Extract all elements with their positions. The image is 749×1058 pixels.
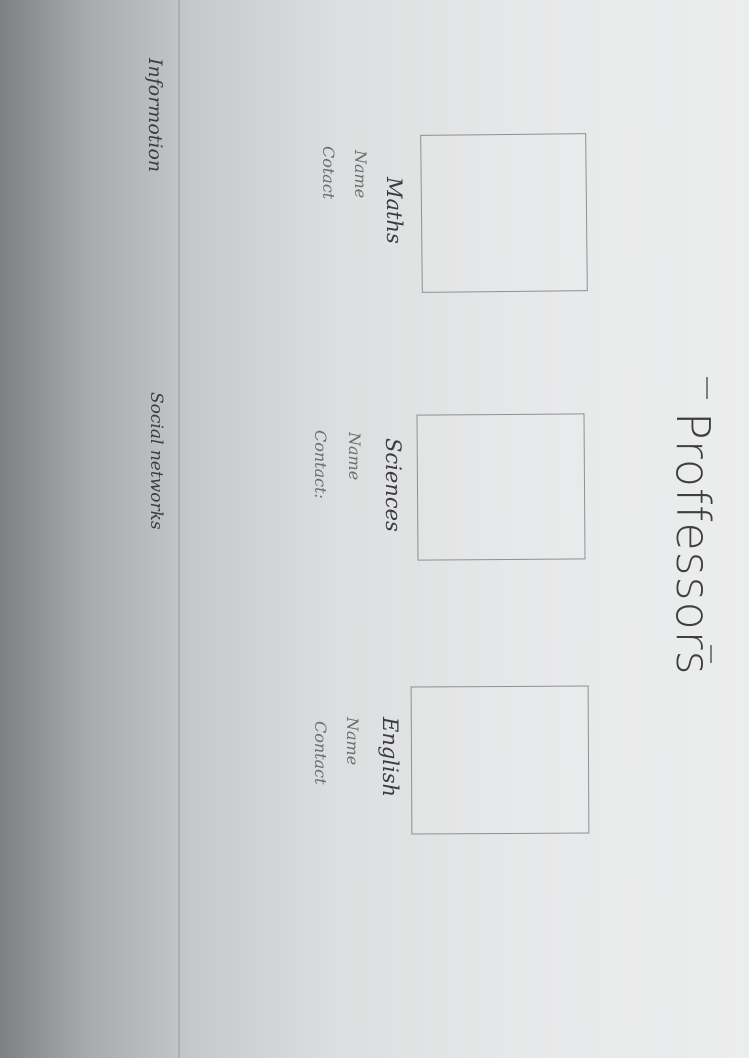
card-subject-english: English: [378, 717, 402, 798]
card-name-label-english: Name: [343, 717, 362, 766]
footer-information-link[interactable]: Informotion: [144, 58, 166, 172]
card-name-label-maths: Name: [351, 150, 370, 199]
footer-social-networks-link[interactable]: Social networks: [146, 392, 166, 530]
title-separator-top: [706, 377, 708, 399]
card-name-label-sciences: Name: [345, 432, 364, 481]
card-contact-label-sciences: Contact:: [311, 430, 330, 499]
card-contact-label-maths: Cotact: [319, 146, 338, 200]
page-margin-line: [178, 0, 180, 1058]
card-subject-maths: Maths: [382, 177, 406, 244]
professor-photo-maths: [420, 133, 588, 293]
professor-photo-sciences: [416, 413, 586, 561]
professor-photo-english: [410, 685, 590, 835]
card-subject-sciences: Sciences: [381, 438, 405, 532]
page-title: Proffessors: [666, 412, 720, 676]
card-contact-label-english: Contact: [311, 721, 330, 785]
wireframe-sheet: Proffessors Maths Name Cotact Sciences N…: [0, 0, 749, 1058]
